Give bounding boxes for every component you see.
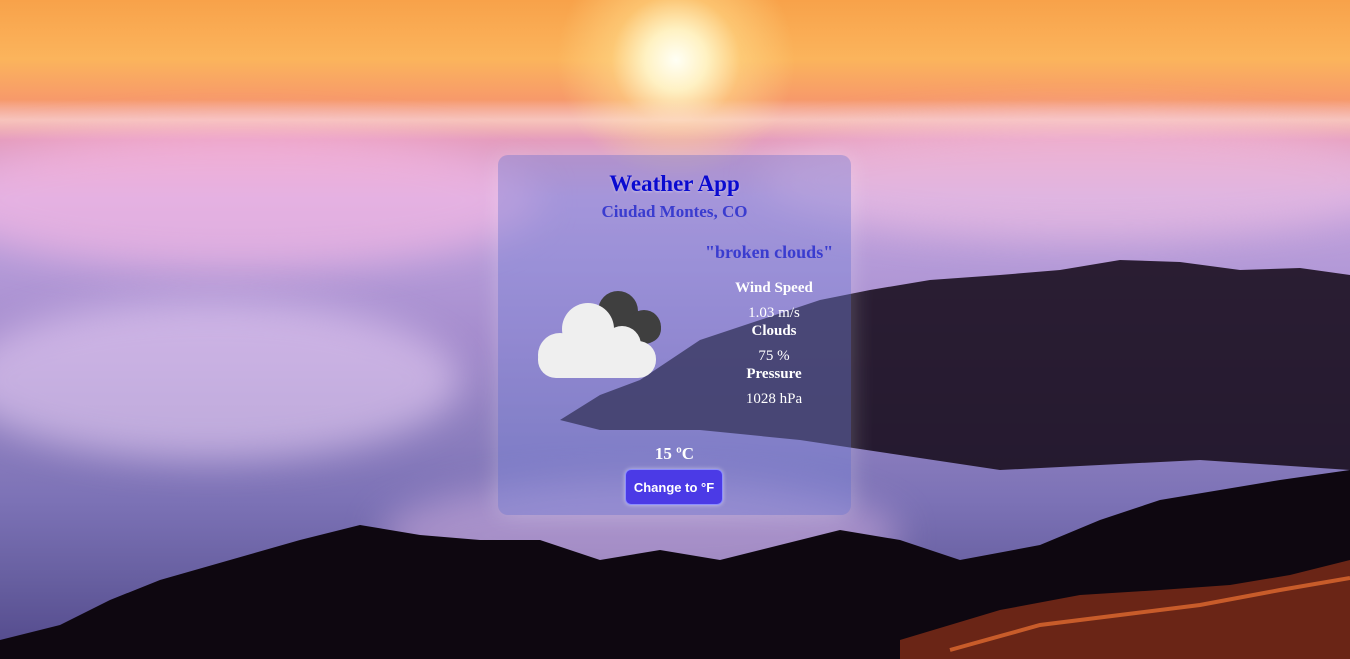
pressure-label: Pressure <box>746 366 802 382</box>
location-label: Ciudad Montes, CO <box>601 202 748 221</box>
broken-clouds-icon <box>538 291 661 378</box>
weather-description: "broken clouds" <box>705 242 834 262</box>
app-title: Weather App <box>609 171 740 196</box>
clouds-label: Clouds <box>751 323 797 339</box>
background-scene: Weather App Ciudad Montes, CO "broken cl… <box>0 0 1350 659</box>
temperature-display: 15 ºC <box>654 444 695 463</box>
weather-stats: Wind Speed 1.03 m/s Clouds 75 % Pressure… <box>724 279 824 408</box>
wind-speed-value: 1.03 m/s <box>748 305 800 321</box>
weather-card: Weather App Ciudad Montes, CO "broken cl… <box>498 155 851 515</box>
pressure-value: 1028 hPa <box>745 391 803 407</box>
change-unit-button[interactable]: Change to °F <box>625 469 723 505</box>
clouds-value: 75 % <box>758 348 790 364</box>
wind-speed-label: Wind Speed <box>735 280 813 296</box>
